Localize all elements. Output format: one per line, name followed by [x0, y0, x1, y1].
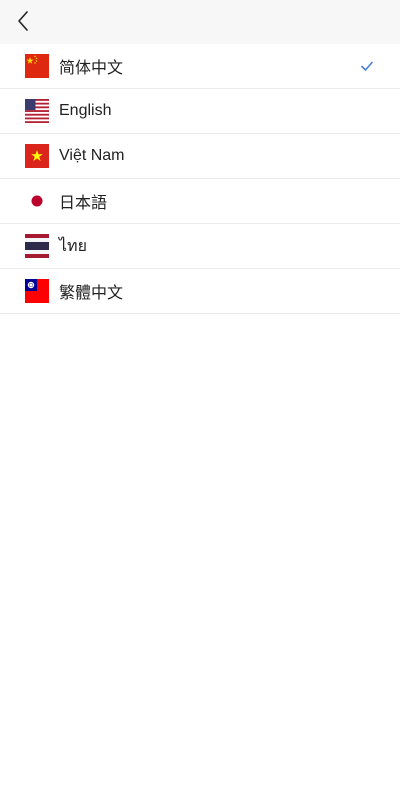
back-button[interactable] [8, 6, 38, 36]
top-bar [0, 0, 400, 44]
taiwan-flag-icon [25, 279, 49, 303]
language-label: 简体中文 [59, 60, 124, 77]
chevron-left-icon [18, 11, 28, 31]
language-label: 日本語 [59, 195, 108, 212]
usa-flag-icon [25, 99, 49, 123]
japan-flag-icon [25, 189, 49, 213]
language-option-simplified-chinese[interactable]: 简体中文 [0, 44, 400, 89]
language-label: English [59, 102, 112, 119]
language-option-english[interactable]: English [0, 89, 400, 134]
language-label: Việt Nam [59, 147, 125, 164]
language-option-thai[interactable]: ไทย [0, 224, 400, 269]
language-option-japanese[interactable]: 日本語 [0, 179, 400, 224]
thailand-flag-icon [25, 234, 49, 258]
checkmark-icon [361, 61, 373, 71]
language-list: 简体中文 English Việt Nam 日本語 ไทย 繁體中文 [0, 44, 400, 314]
vietnam-flag-icon [25, 144, 49, 168]
china-flag-icon [25, 54, 49, 78]
language-label: 繁體中文 [59, 285, 124, 302]
language-option-vietnamese[interactable]: Việt Nam [0, 134, 400, 179]
language-option-traditional-chinese[interactable]: 繁體中文 [0, 269, 400, 314]
language-label: ไทย [59, 237, 87, 255]
